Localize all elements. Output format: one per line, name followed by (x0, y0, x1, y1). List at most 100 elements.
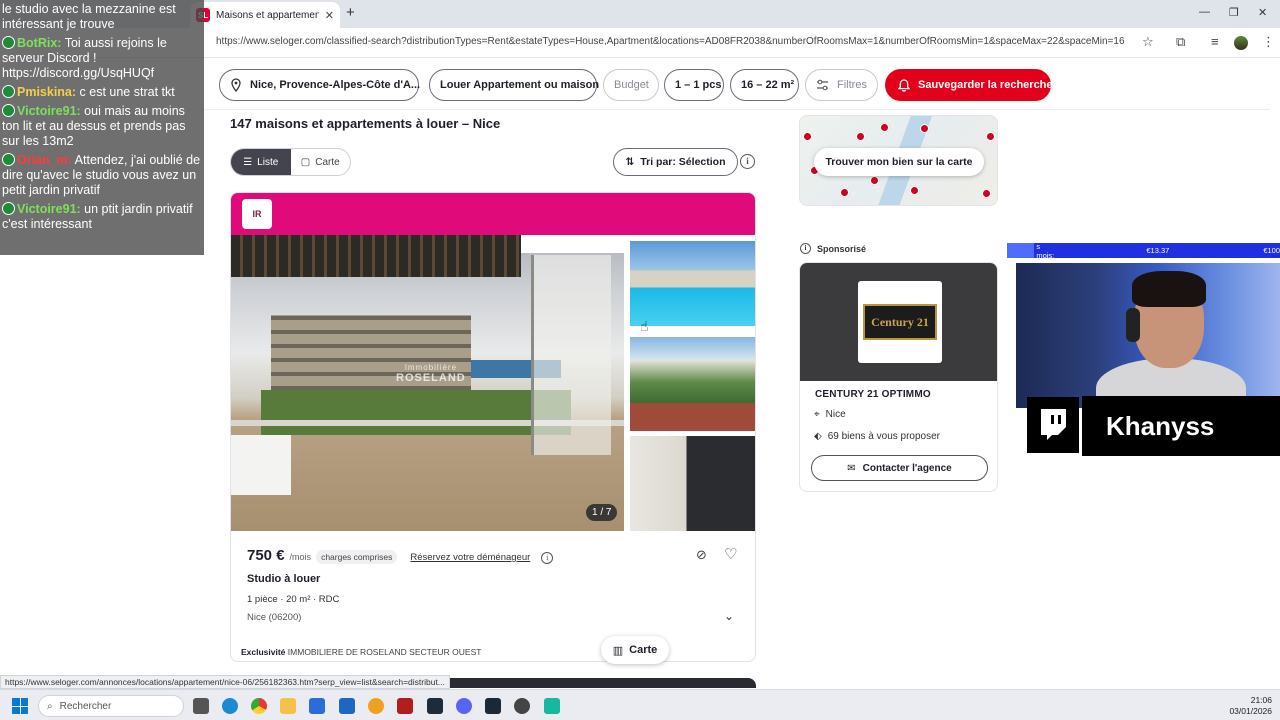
audio-app-icon[interactable] (427, 698, 443, 714)
location-filter[interactable]: Nice, Provence-Alpes-Côte d'A... (219, 69, 420, 101)
listing-thumbnail-tennis[interactable] (630, 337, 755, 431)
property-details: 1 pièce · 20 m² · RDC (247, 594, 340, 605)
file-explorer-icon[interactable] (280, 698, 296, 714)
transaction-filter-label: Louer Appartement ou maison (440, 79, 600, 91)
sort-icon: ⇅ (625, 156, 635, 168)
save-search-button[interactable]: Sauvegarder la recherche (885, 69, 1053, 101)
listing-thumbnail-interior[interactable] (630, 436, 755, 531)
mover-link[interactable]: Réservez votre déménageur (410, 552, 530, 563)
streamer-name: Khanyss (1082, 396, 1280, 456)
chat-message: le studio avec la mezzanine est intéress… (2, 2, 202, 32)
sponsored-agency-card[interactable]: Century 21 CENTURY 21 OPTIMMO ⌖ Nice ⬖ 6… (799, 262, 998, 492)
task-view-icon[interactable] (193, 698, 209, 714)
minimize-icon[interactable]: — (1199, 6, 1210, 18)
envelope-icon: ✉ (847, 462, 856, 474)
surface-filter[interactable]: 16 – 22 m² (730, 69, 799, 101)
agency-offers-row: ⬖ 69 biens à vous proposer (814, 431, 940, 442)
view-toggle: ☰ Liste ▢ Carte (230, 148, 351, 176)
transaction-filter[interactable]: Louer Appartement ou maison (429, 69, 600, 101)
agency-banner: Century 21 (800, 263, 997, 381)
info-icon[interactable]: i (800, 243, 811, 254)
profile-avatar-icon[interactable] (1234, 36, 1248, 50)
edge-icon[interactable] (222, 698, 238, 714)
property-location: Nice (06200) (247, 612, 302, 623)
photo-table (231, 435, 291, 495)
filter-sliders-icon (817, 79, 828, 91)
agency-city: Nice (825, 409, 846, 420)
more-filters-button[interactable]: Filtres (805, 69, 878, 101)
new-tab-button[interactable]: + (346, 4, 355, 21)
sort-button[interactable]: ⇅ Tri par: Sélection (613, 148, 738, 176)
clock-date: 03/01/2026 (1229, 706, 1272, 716)
floating-map-button[interactable]: ▥ Carte (601, 636, 669, 664)
clock-time: 21:06 (1250, 695, 1272, 705)
donation-goal-bar: s mois: €13.37 €100 (1007, 241, 1280, 260)
taskbar-clock[interactable]: 21:06 03/01/2026 (1222, 695, 1272, 717)
browser-menu-icon[interactable]: ⋮ (1262, 34, 1275, 50)
listing-main-photo[interactable]: Immobilière ROSELAND 1 / 7 (231, 235, 624, 531)
reading-list-icon[interactable]: ≡ (1211, 34, 1219, 49)
steam-icon[interactable] (485, 698, 501, 714)
chat-message: Pmiskina: c est une strat tkt (2, 85, 202, 100)
chevron-down-icon[interactable]: ⌄ (724, 609, 734, 623)
tag-icon: ⬖ (814, 431, 822, 442)
outlook-icon[interactable] (339, 698, 355, 714)
stream-chat-overlay: le studio avec la mezzanine est intéress… (0, 0, 204, 255)
property-type: Studio à louer (247, 573, 321, 585)
mover-info-icon[interactable]: i (541, 552, 554, 564)
find-on-map-button[interactable]: Trouver mon bien sur la carte (814, 148, 984, 176)
agency-city-row: ⌖ Nice (814, 409, 846, 420)
hide-listing-icon[interactable]: ⊘ (696, 547, 707, 563)
rooms-filter-label: 1 – 1 pcs (675, 79, 722, 91)
watermark-brand: ROSELAND (396, 372, 466, 384)
streamer-webcam (1016, 263, 1280, 408)
contact-agency-button[interactable]: ✉ Contacter l'agence (811, 455, 988, 481)
donation-label: s mois: (1036, 241, 1055, 260)
maximize-icon[interactable]: ❐ (1229, 6, 1239, 19)
budget-filter[interactable]: Budget (603, 69, 659, 101)
location-pin-icon (231, 78, 241, 92)
app2-icon[interactable] (544, 698, 560, 714)
favorite-heart-icon[interactable]: ♡ (724, 545, 737, 563)
sort-info-icon[interactable]: i (740, 154, 755, 169)
chat-message: Victoire91: un ptit jardin privatif c'es… (2, 202, 202, 232)
close-tab-icon[interactable]: ✕ (325, 9, 334, 22)
chat-username: Victoire91: (17, 104, 81, 118)
voicemeeter-icon[interactable] (397, 698, 413, 714)
map-widget[interactable]: Trouver mon bien sur la carte (799, 115, 998, 206)
url-field[interactable]: https://www.seloger.com/classified-searc… (216, 36, 1125, 47)
windows-start-icon[interactable] (12, 698, 28, 714)
browser-tab[interactable]: SL Maisons et appartements à lou ✕ (190, 2, 340, 28)
photo-glass-panel (531, 255, 611, 455)
obs-icon[interactable] (514, 698, 530, 714)
map-pin-icon (880, 123, 889, 132)
map-icon: ▢ (300, 156, 311, 168)
taskbar-search[interactable]: ⌕ Rechercher (38, 695, 184, 717)
extensions-icon[interactable]: ⧉ (1176, 34, 1185, 50)
bell-icon (898, 78, 910, 92)
donation-goal: €100 (1263, 246, 1280, 255)
agency-name: CENTURY 21 OPTIMMO (815, 389, 931, 400)
agency-logo: IR (242, 199, 272, 229)
webcam-headset (1126, 308, 1140, 342)
chat-username: Orian_m: (17, 153, 72, 167)
search-icon: ⌕ (47, 700, 53, 712)
map-view-tab[interactable]: ▢ Carte (291, 149, 351, 175)
watermark-sub: Immobilière (404, 363, 458, 372)
chat-badge-icon (2, 36, 15, 49)
discord-icon[interactable] (456, 698, 472, 714)
century21-logo: Century 21 (858, 281, 942, 363)
windows-taskbar: ⌕ Rechercher 21:06 03/01/2026 (0, 689, 1280, 720)
app-icon[interactable] (368, 698, 384, 714)
store-icon[interactable] (309, 698, 325, 714)
rooms-filter[interactable]: 1 – 1 pcs (664, 69, 724, 101)
listing-card[interactable]: IR Immobilière ROSELAND 1 / 7 750 € /moi… (230, 192, 756, 662)
contact-agency-label: Contacter l'agence (862, 462, 952, 474)
map-pin-icon (920, 124, 929, 133)
status-bar-url: https://www.seloger.com/annonces/locatio… (0, 675, 450, 689)
list-view-tab[interactable]: ☰ Liste (231, 149, 291, 175)
close-window-icon[interactable]: ✕ (1258, 6, 1267, 19)
listing-thumbnail-pool[interactable] (630, 241, 755, 326)
chrome-icon[interactable] (251, 698, 267, 714)
bookmark-star-icon[interactable]: ☆ (1142, 34, 1154, 50)
